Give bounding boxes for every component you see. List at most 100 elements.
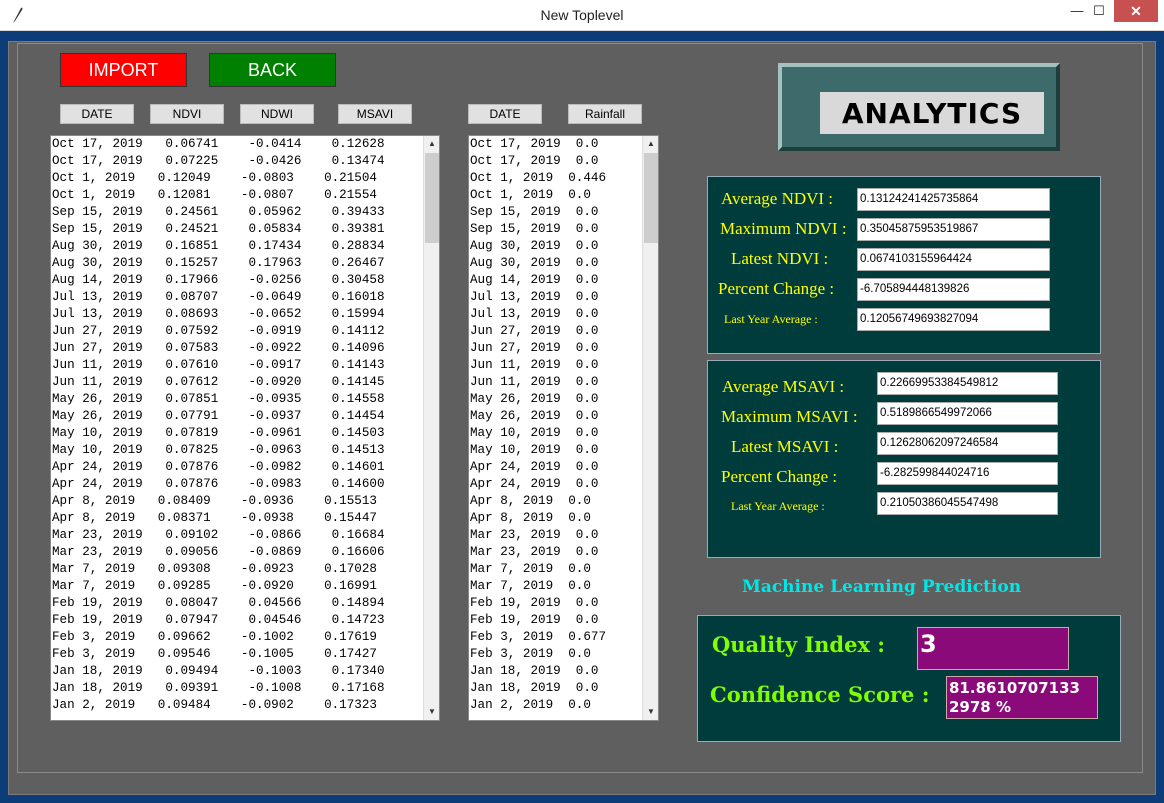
maximum-ndvi-field[interactable]: 0.35045875953519867	[857, 218, 1050, 241]
list-item[interactable]: Feb 19, 2019 0.0	[470, 612, 658, 629]
list-item[interactable]: Oct 1, 2019 0.0	[470, 187, 658, 204]
list-item[interactable]: Jul 13, 2019 0.08693 -0.0652 0.15994	[52, 306, 439, 323]
maximize-button[interactable]: ☐	[1082, 0, 1116, 22]
list-item[interactable]: Aug 30, 2019 0.0	[470, 255, 658, 272]
rainfall-scrollbar[interactable]: ▲ ▼	[642, 136, 658, 720]
ndvi-header-button[interactable]: NDVI	[150, 104, 224, 124]
list-item[interactable]: Oct 17, 2019 0.0	[470, 136, 658, 153]
list-item[interactable]: Oct 17, 2019 0.07225 -0.0426 0.13474	[52, 153, 439, 170]
list-item[interactable]: Feb 3, 2019 0.0	[470, 646, 658, 663]
import-button[interactable]: IMPORT	[60, 53, 187, 87]
list-item[interactable]: Aug 14, 2019 0.17966 -0.0256 0.30458	[52, 272, 439, 289]
list-item[interactable]: Aug 30, 2019 0.0	[470, 238, 658, 255]
list-item[interactable]: Feb 19, 2019 0.0	[470, 595, 658, 612]
list-item[interactable]: Sep 15, 2019 0.24561 0.05962 0.39433	[52, 204, 439, 221]
list-item[interactable]: May 26, 2019 0.0	[470, 391, 658, 408]
scroll-up-icon[interactable]: ▲	[643, 136, 658, 152]
list-item[interactable]: Jul 13, 2019 0.0	[470, 306, 658, 323]
list-item[interactable]: Apr 8, 2019 0.0	[470, 510, 658, 527]
list-item[interactable]: Mar 23, 2019 0.09102 -0.0866 0.16684	[52, 527, 439, 544]
list-item[interactable]: Sep 15, 2019 0.0	[470, 204, 658, 221]
scroll-up-icon[interactable]: ▲	[424, 136, 439, 152]
list-item[interactable]: Feb 3, 2019 0.677	[470, 629, 658, 646]
list-item[interactable]: Jun 11, 2019 0.07612 -0.0920 0.14145	[52, 374, 439, 391]
back-button[interactable]: BACK	[209, 53, 336, 87]
list-item[interactable]: Jan 18, 2019 0.0	[470, 663, 658, 680]
list-item[interactable]: Aug 30, 2019 0.16851 0.17434 0.28834	[52, 238, 439, 255]
list-item[interactable]: Jan 18, 2019 0.0	[470, 680, 658, 697]
list-item[interactable]: Apr 24, 2019 0.07876 -0.0983 0.14600	[52, 476, 439, 493]
list-item[interactable]: May 10, 2019 0.07819 -0.0961 0.14503	[52, 425, 439, 442]
list-item[interactable]: Jan 18, 2019 0.09494 -0.1003 0.17340	[52, 663, 439, 680]
list-item[interactable]: Jun 11, 2019 0.0	[470, 357, 658, 374]
list-item[interactable]: Aug 30, 2019 0.15257 0.17963 0.26467	[52, 255, 439, 272]
list-item[interactable]: May 10, 2019 0.07825 -0.0963 0.14513	[52, 442, 439, 459]
date-header-button-rainfall[interactable]: DATE	[468, 104, 542, 124]
close-button[interactable]: ✕	[1114, 0, 1158, 22]
list-item[interactable]: Mar 7, 2019 0.0	[470, 578, 658, 595]
list-item[interactable]: Feb 19, 2019 0.08047 0.04566 0.14894	[52, 595, 439, 612]
scroll-down-icon[interactable]: ▼	[424, 704, 439, 720]
list-item[interactable]: Apr 24, 2019 0.07876 -0.0982 0.14601	[52, 459, 439, 476]
scroll-thumb[interactable]	[425, 153, 439, 243]
list-item[interactable]: Mar 23, 2019 0.0	[470, 544, 658, 561]
scroll-down-icon[interactable]: ▼	[643, 704, 658, 720]
ndwi-header-button[interactable]: NDWI	[240, 104, 314, 124]
list-item[interactable]: Jun 11, 2019 0.07610 -0.0917 0.14143	[52, 357, 439, 374]
list-item[interactable]: Feb 3, 2019 0.09662 -0.1002 0.17619	[52, 629, 439, 646]
scroll-thumb[interactable]	[644, 153, 658, 243]
rainfall-header-button[interactable]: Rainfall	[568, 104, 642, 124]
list-item[interactable]: Jun 27, 2019 0.07583 -0.0922 0.14096	[52, 340, 439, 357]
list-item[interactable]: Jun 27, 2019 0.0	[470, 340, 658, 357]
list-item[interactable]: May 26, 2019 0.0	[470, 408, 658, 425]
list-item[interactable]: Oct 17, 2019 0.0	[470, 153, 658, 170]
list-item[interactable]: Aug 14, 2019 0.0	[470, 272, 658, 289]
list-item[interactable]: Mar 23, 2019 0.09056 -0.0869 0.16606	[52, 544, 439, 561]
list-item[interactable]: Jan 2, 2019 0.0	[470, 697, 658, 714]
list-item[interactable]: May 26, 2019 0.07851 -0.0935 0.14558	[52, 391, 439, 408]
list-item[interactable]: Apr 8, 2019 0.08409 -0.0936 0.15513	[52, 493, 439, 510]
list-item[interactable]: Apr 24, 2019 0.0	[470, 459, 658, 476]
list-item[interactable]: Feb 19, 2019 0.07947 0.04546 0.14723	[52, 612, 439, 629]
list-item[interactable]: May 26, 2019 0.07791 -0.0937 0.14454	[52, 408, 439, 425]
list-item[interactable]: Jan 2, 2019 0.09484 -0.0902 0.17323	[52, 697, 439, 714]
average-ndvi-field[interactable]: 0.13124241425735864	[857, 188, 1050, 211]
list-item[interactable]: Oct 1, 2019 0.446	[470, 170, 658, 187]
indices-listbox[interactable]: Oct 17, 2019 0.06741 -0.0414 0.12628 Oct …	[50, 135, 440, 721]
list-item[interactable]: Apr 24, 2019 0.0	[470, 476, 658, 493]
list-item[interactable]: Apr 8, 2019 0.08371 -0.0938 0.15447	[52, 510, 439, 527]
latest-msavi-field[interactable]: 0.12628062097246584	[877, 432, 1058, 455]
average-msavi-field[interactable]: 0.22669953384549812	[877, 372, 1058, 395]
analytics-badge: ANALYTICS	[778, 63, 1060, 151]
indices-scrollbar[interactable]: ▲ ▼	[423, 136, 439, 720]
msavi-header-button[interactable]: MSAVI	[338, 104, 412, 124]
list-item[interactable]: Jun 11, 2019 0.0	[470, 374, 658, 391]
list-item[interactable]: Sep 15, 2019 0.0	[470, 221, 658, 238]
list-item[interactable]: Oct 1, 2019 0.12049 -0.0803 0.21504	[52, 170, 439, 187]
latest-ndvi-field[interactable]: 0.0674103155964424	[857, 248, 1050, 271]
maximum-msavi-field[interactable]: 0.5189866549972066	[877, 402, 1058, 425]
list-item[interactable]: May 10, 2019 0.0	[470, 442, 658, 459]
list-item[interactable]: Mar 7, 2019 0.0	[470, 561, 658, 578]
rainfall-listbox[interactable]: Oct 17, 2019 0.0 Oct 17, 2019 0.0 Oct 1, 2…	[468, 135, 659, 721]
list-item[interactable]: Jul 13, 2019 0.0	[470, 289, 658, 306]
list-item[interactable]: Jan 18, 2019 0.09391 -0.1008 0.17168	[52, 680, 439, 697]
list-item[interactable]: Jun 27, 2019 0.07592 -0.0919 0.14112	[52, 323, 439, 340]
list-item[interactable]: May 10, 2019 0.0	[470, 425, 658, 442]
list-item[interactable]: Feb 3, 2019 0.09546 -0.1005 0.17427	[52, 646, 439, 663]
list-item[interactable]: Apr 8, 2019 0.0	[470, 493, 658, 510]
list-item[interactable]: Mar 7, 2019 0.09308 -0.0923 0.17028	[52, 561, 439, 578]
maximum-msavi-label: Maximum MSAVI :	[721, 407, 858, 426]
list-item[interactable]: Mar 23, 2019 0.0	[470, 527, 658, 544]
list-item[interactable]: Mar 7, 2019 0.09285 -0.0920 0.16991	[52, 578, 439, 595]
percent-change-msavi-field[interactable]: -6.282599844024716	[877, 462, 1058, 485]
last-year-average-ndvi-field[interactable]: 0.12056749693827094	[857, 308, 1050, 331]
list-item[interactable]: Jul 13, 2019 0.08707 -0.0649 0.16018	[52, 289, 439, 306]
last-year-average-msavi-field[interactable]: 0.21050386045547498	[877, 492, 1058, 515]
percent-change-ndvi-field[interactable]: -6.705894448139826	[857, 278, 1050, 301]
date-header-button[interactable]: DATE	[60, 104, 134, 124]
list-item[interactable]: Jun 27, 2019 0.0	[470, 323, 658, 340]
list-item[interactable]: Oct 1, 2019 0.12081 -0.0807 0.21554	[52, 187, 439, 204]
list-item[interactable]: Sep 15, 2019 0.24521 0.05834 0.39381	[52, 221, 439, 238]
list-item[interactable]: Oct 17, 2019 0.06741 -0.0414 0.12628	[52, 136, 439, 153]
